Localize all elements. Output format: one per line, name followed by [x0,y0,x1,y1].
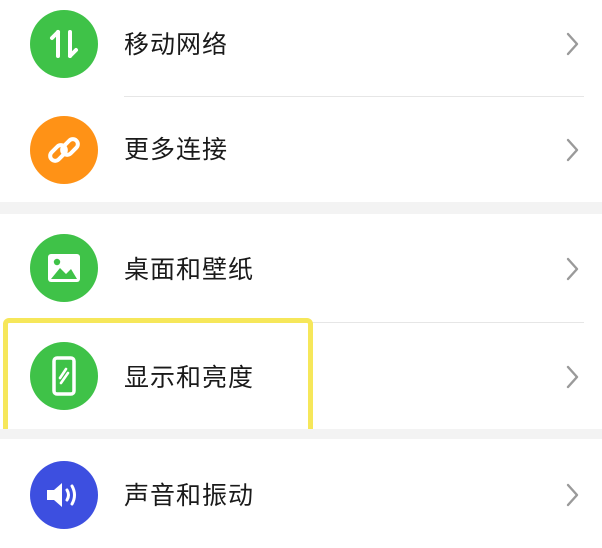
settings-screen: 移动网络 更多连接 桌面和壁纸 显示和亮度 声音和振动 [0,0,602,548]
link-icon [30,116,98,184]
settings-item-more-connections[interactable]: 更多连接 [0,97,602,202]
section-gap [0,202,602,214]
chevron-right-icon [566,32,579,56]
settings-item-label: 声音和振动 [124,481,255,510]
chevron-right-icon [566,257,579,281]
settings-item-desktop-wallpaper[interactable]: 桌面和壁纸 [0,214,602,322]
section-gap [0,429,602,439]
phone-brightness-icon [30,342,98,410]
data-transfer-icon [30,10,98,78]
chevron-right-icon [566,138,579,162]
settings-item-label: 显示和亮度 [124,363,255,392]
settings-item-sound-vibration[interactable]: 声音和振动 [0,439,602,548]
settings-item-display-brightness[interactable]: 显示和亮度 [0,323,602,429]
chevron-right-icon [566,365,579,389]
chevron-right-icon [566,483,579,507]
speaker-icon [30,461,98,529]
settings-item-label: 更多连接 [124,135,229,164]
settings-item-label: 移动网络 [124,30,229,59]
settings-item-mobile-network[interactable]: 移动网络 [0,0,602,96]
settings-item-label: 桌面和壁纸 [124,255,255,284]
image-icon [30,234,98,302]
